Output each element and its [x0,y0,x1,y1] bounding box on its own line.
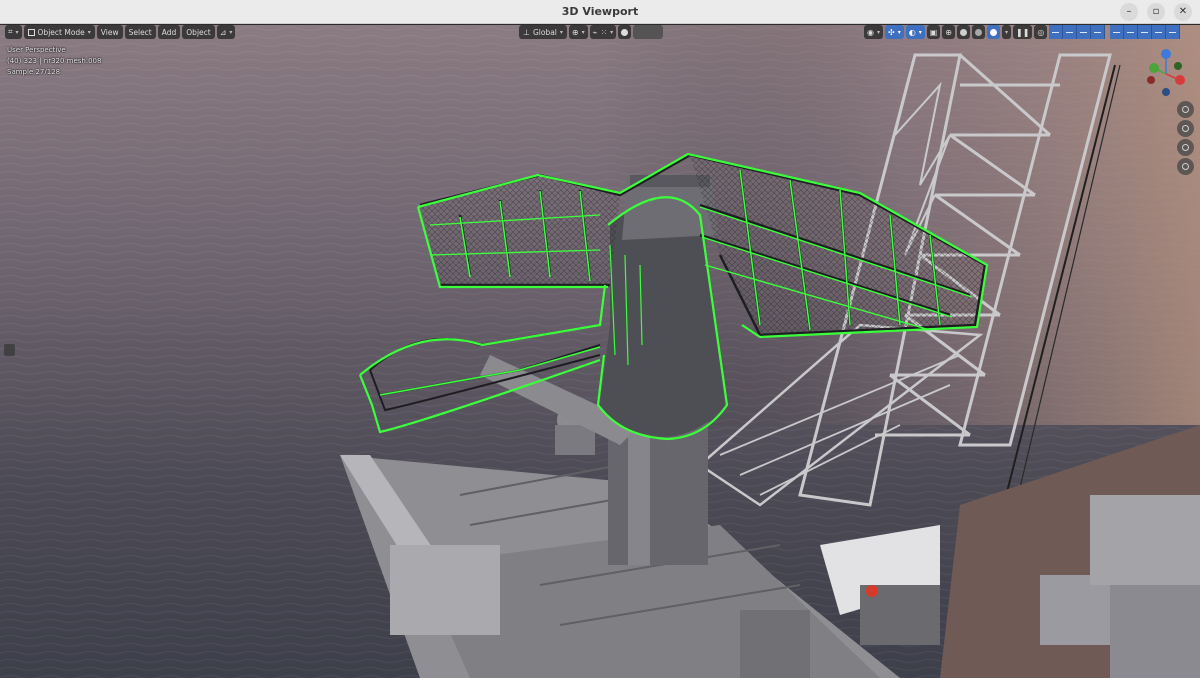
chevron-down-icon: ▾ [581,28,585,36]
chevron-down-icon: ▾ [918,28,922,36]
minimize-button[interactable]: – [1120,3,1138,21]
orientation-icon: ⊥ [523,27,530,37]
shading-rendered-button[interactable] [986,25,1000,39]
chevron-down-icon: ▾ [876,28,880,36]
snap-grid-icon: ⁙ [600,27,608,37]
render-samples: Sample 27/128 [7,68,61,76]
select-toggle[interactable] [1152,25,1167,39]
toolbar-toggle-tab[interactable] [4,344,15,356]
header-left: ⌗ ▾ Object Mode ▾ View Select Add Object … [5,25,236,39]
window-titlebar: 3D Viewport – ▫ ✕ [0,0,1200,24]
eye-select-icon: ◉ [867,27,874,37]
hand-icon [1182,125,1189,132]
camera-icon [1182,144,1189,151]
perspective-toggle-button[interactable] [1177,158,1194,175]
visibility-button[interactable]: ◉ ▾ [864,25,883,39]
shading-material-button[interactable] [971,25,985,39]
mode-label: Object Mode [37,27,85,37]
zoom-button[interactable] [1177,101,1194,118]
mode-select[interactable]: Object Mode ▾ [23,25,95,39]
pan-button[interactable] [1177,120,1194,137]
y-axis-handle [1149,63,1159,73]
view-layer-visibility-button[interactable]: ◎ [1034,25,1048,39]
select-toggle[interactable] [1138,25,1153,39]
chevron-down-icon: ▾ [897,28,901,36]
proportional-edit-icon [621,28,629,36]
window-controls: – ▫ ✕ [1120,3,1192,21]
viewport-3d[interactable] [0,25,1200,678]
window-title: 3D Viewport [561,5,639,18]
select-toggle[interactable] [1124,25,1139,39]
proportional-edit-button[interactable] [618,25,632,39]
object-mode-icon [27,28,35,36]
neg-x-axis-handle [1147,76,1155,84]
pause-render-button[interactable]: ❚❚ [1013,25,1033,39]
selectability-toggles[interactable] [1110,25,1181,39]
shading-solid-button[interactable] [956,25,970,39]
chevron-down-icon: ▾ [559,28,563,36]
shading-options-button[interactable]: ▾ [1001,25,1011,39]
maximize-button[interactable]: ▫ [1147,3,1165,21]
material-sphere-icon [974,28,982,36]
active-object-info: (40) 323 | nr320 mesh.008 [7,57,102,65]
viewport-info-overlay: User Perspective (40) 323 | nr320 mesh.0… [7,45,101,78]
neg-y-axis-handle [1174,62,1182,70]
gizmo-arrows-icon: ✣ [888,27,895,37]
transform-orientation-select[interactable]: ⊥ Global ▾ [519,25,567,39]
select-toggle[interactable] [1166,25,1181,39]
rendered-sphere-icon [989,28,997,36]
neg-z-axis-handle [1162,88,1170,96]
menu-view[interactable]: View [96,25,123,39]
pause-icon: ❚❚ [1016,27,1030,37]
gizmo-icon: ⊿ [219,27,227,37]
rendered-scene[interactable] [0,25,1200,678]
grid-icon [1182,163,1189,170]
z-axis-handle [1161,49,1171,59]
header-right: ◉ ▾ ✣ ▾ ◐ ▾ ▣ ⊕ ▾ ❚❚ ◎ [864,25,1181,39]
orientation-label: Global [532,27,557,37]
chevron-down-icon: ▾ [15,28,19,36]
chevron-down-icon: ▾ [610,28,614,36]
view-name: User Perspective [7,46,66,54]
link-icon: ⊕ [571,27,579,37]
overlays-icon: ◐ [908,27,916,37]
camera-view-button[interactable] [1177,139,1194,156]
visibility-toggle[interactable] [1049,25,1064,39]
menu-select[interactable]: Select [124,25,156,39]
close-button[interactable]: ✕ [1174,3,1192,21]
viewport-editor-icon: ⌗ [8,27,13,36]
select-toggle[interactable] [1110,25,1125,39]
viewport-gizmo-menu[interactable]: ⊿ ▾ [216,25,236,39]
xray-icon: ▣ [929,27,938,37]
chevron-down-icon: ▾ [229,28,233,36]
eye-icon: ◎ [1037,27,1045,37]
xray-toggle-button[interactable]: ▣ [926,25,941,39]
visibility-toggle[interactable] [1091,25,1106,39]
visibility-toggle[interactable] [1063,25,1078,39]
chevron-down-icon: ▾ [1004,28,1008,36]
magnet-icon: ⌁ [592,27,598,37]
editor-type-button[interactable]: ⌗ ▾ [5,25,22,39]
menu-object[interactable]: Object [182,25,215,39]
pivot-point-button[interactable]: ⊕ ▾ [568,25,588,39]
menu-add[interactable]: Add [157,25,181,39]
wireframe-sphere-icon: ⊕ [945,27,952,37]
shading-wireframe-button[interactable]: ⊕ [942,25,955,39]
navigation-gizmo[interactable] [1138,46,1198,102]
proportional-falloff-slider[interactable] [633,25,664,39]
overlays-toggle-button[interactable]: ◐ ▾ [905,25,925,39]
snap-button[interactable]: ⌁ ⁙ ▾ [589,25,617,39]
object-type-visibility[interactable] [1049,25,1106,39]
x-axis-handle [1175,75,1185,85]
visibility-toggle[interactable] [1077,25,1092,39]
gizmo-toggle-button[interactable]: ✣ ▾ [885,25,904,39]
chevron-down-icon: ▾ [87,28,91,36]
magnify-icon [1182,106,1189,113]
solid-sphere-icon [959,28,967,36]
header-center: ⊥ Global ▾ ⊕ ▾ ⌁ ⁙ ▾ [519,25,664,39]
